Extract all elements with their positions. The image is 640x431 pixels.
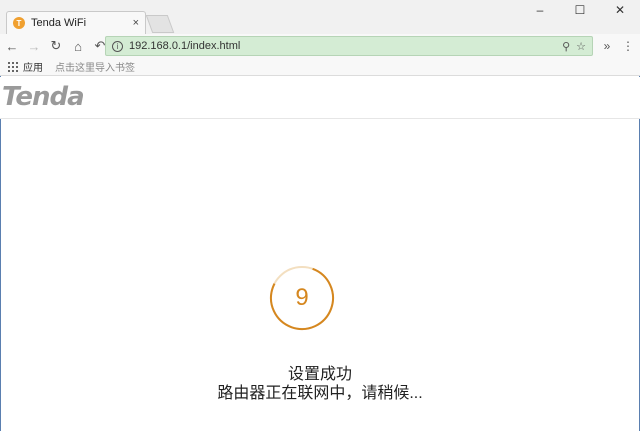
browser-toolbar: ← → ↻ ⌂ ↶ i 192.168.0.1/index.html ⚲ ☆ »… [0,34,640,58]
url-text[interactable]: 192.168.0.1/index.html [129,40,556,52]
tenda-logo: Tenda [2,82,85,112]
back-button[interactable]: ← [2,36,22,56]
window-controls: – ☐ ✕ [520,0,640,20]
apps-grid-icon[interactable] [8,61,18,72]
apps-label[interactable]: 应用 [23,59,43,74]
forward-button[interactable]: → [24,36,44,56]
countdown-ring: 9 [268,264,336,332]
site-info-icon[interactable]: i [112,40,123,52]
minimize-button[interactable]: – [520,0,560,20]
home-button[interactable]: ⌂ [68,36,88,56]
countdown-number: 9 [295,284,309,311]
browser-tab[interactable]: T Tenda WiFi × [6,11,146,34]
bookmark-star-icon[interactable]: ☆ [576,40,586,53]
bookmarks-bar: 应用 点击这里导入书签 [0,58,640,76]
import-bookmarks-link[interactable]: 点击这里导入书签 [55,59,135,74]
status-message: 路由器正在联网中，请稍候... [217,385,423,402]
pin-icon[interactable]: ⚲ [562,40,570,53]
tab-title: Tenda WiFi [31,17,87,29]
tab-close-icon[interactable]: × [133,17,139,29]
address-bar[interactable]: i 192.168.0.1/index.html ⚲ ☆ [105,36,593,56]
menu-icon[interactable]: ⋮ [618,36,638,56]
extension-icon[interactable]: » [597,36,617,56]
maximize-button[interactable]: ☐ [560,0,600,20]
close-window-button[interactable]: ✕ [600,0,640,20]
reload-button[interactable]: ↻ [46,36,66,56]
page-header: Tenda [0,77,640,119]
title-bar: T Tenda WiFi × – ☐ ✕ [0,0,640,34]
tenda-favicon-icon: T [13,17,25,29]
new-tab-button[interactable] [145,15,175,33]
